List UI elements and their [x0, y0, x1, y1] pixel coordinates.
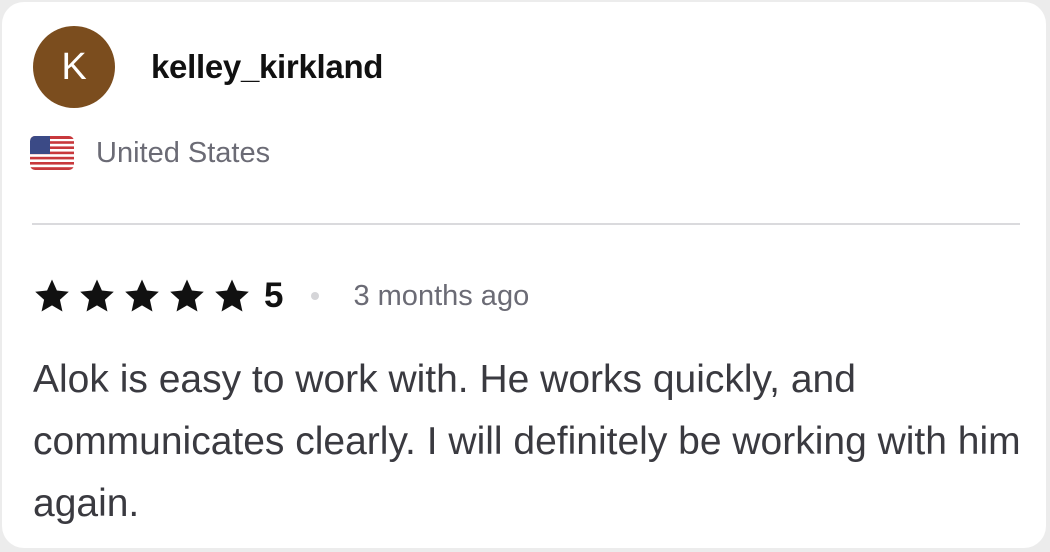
review-card: K kelley_kirkland United States 5 3 mont…: [2, 2, 1046, 548]
star-icon: [215, 279, 249, 312]
avatar: K: [33, 26, 115, 108]
rating-value: 5: [264, 276, 284, 315]
rating-row: 5 3 months ago: [33, 274, 529, 318]
star-icon: [80, 279, 114, 312]
reviewer-country: United States: [30, 136, 270, 170]
star-icon: [35, 279, 69, 312]
reviewer-username[interactable]: kelley_kirkland: [151, 48, 383, 86]
separator-dot: [311, 292, 320, 300]
country-name: United States: [96, 136, 271, 169]
review-text: Alok is easy to work with. He works quic…: [33, 358, 1021, 525]
review-time: 3 months ago: [353, 279, 530, 312]
star-rating: [33, 277, 258, 315]
divider: [32, 223, 1020, 225]
us-flag-icon: [30, 136, 74, 170]
star-icon: [170, 279, 204, 312]
star-icon: [125, 279, 159, 312]
reviewer-header: K kelley_kirkland: [33, 26, 383, 108]
avatar-initial: K: [61, 45, 87, 88]
